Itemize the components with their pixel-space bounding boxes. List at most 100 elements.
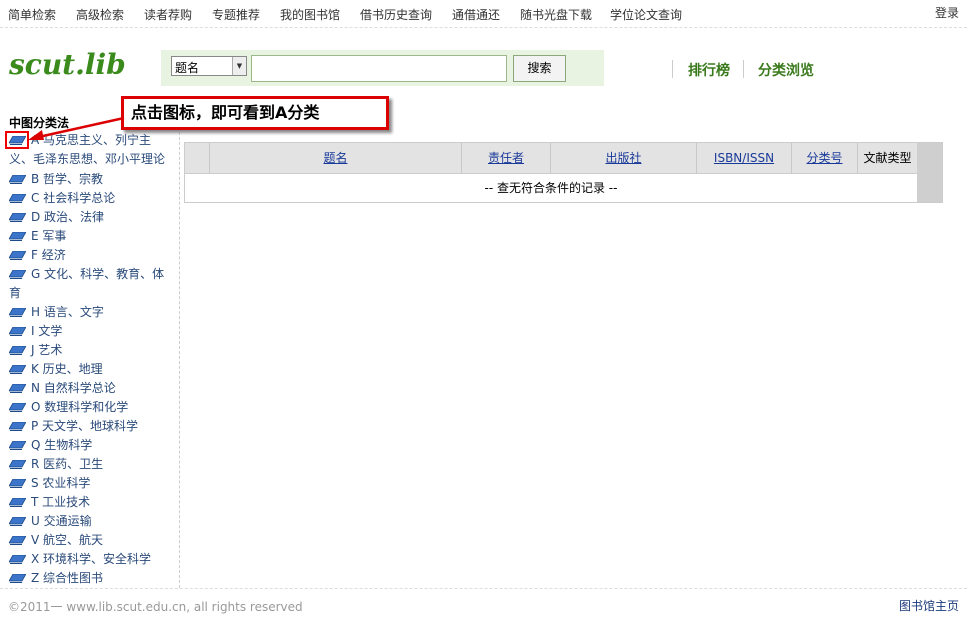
- category-item[interactable]: J 艺术: [8, 341, 175, 360]
- category-item[interactable]: R 医药、卫生: [8, 455, 175, 474]
- category-item[interactable]: Q 生物科学: [8, 436, 175, 455]
- search-bar: 题名 ▼ 搜索: [161, 50, 604, 86]
- search-field-value: 题名: [175, 61, 200, 75]
- book-icon[interactable]: [8, 494, 27, 507]
- divider: [743, 60, 744, 78]
- book-icon[interactable]: [8, 399, 27, 412]
- column-classification[interactable]: 分类号: [792, 143, 858, 173]
- book-icon[interactable]: [8, 437, 27, 450]
- category-label[interactable]: R 医药、卫生: [31, 457, 103, 471]
- nav-my-library[interactable]: 我的图书馆: [280, 6, 340, 23]
- divider: [672, 60, 673, 78]
- category-item[interactable]: B 哲学、宗教: [8, 170, 175, 189]
- category-label[interactable]: T 工业技术: [31, 495, 90, 509]
- category-label[interactable]: Z 综合性图书: [31, 571, 103, 585]
- book-icon[interactable]: [8, 323, 27, 336]
- library-home-link[interactable]: 图书馆主页: [899, 597, 959, 614]
- book-icon[interactable]: [8, 171, 27, 184]
- book-icon[interactable]: [8, 209, 27, 222]
- site-logo[interactable]: scut.lib: [9, 48, 126, 81]
- book-icon[interactable]: [8, 513, 27, 526]
- nav-cd-download[interactable]: 随书光盘下载: [520, 6, 592, 23]
- category-item[interactable]: G 文化、科学、教育、体育: [8, 265, 175, 303]
- callout-arrow: [28, 116, 125, 140]
- category-item[interactable]: U 交通运输: [8, 512, 175, 531]
- category-label[interactable]: F 经济: [31, 248, 66, 262]
- category-item[interactable]: D 政治、法律: [8, 208, 175, 227]
- category-label[interactable]: O 数理科学和化学: [31, 400, 128, 414]
- book-icon[interactable]: [8, 532, 27, 545]
- category-item[interactable]: K 历史、地理: [8, 360, 175, 379]
- book-icon[interactable]: [8, 551, 27, 564]
- column-isbn[interactable]: ISBN/ISSN: [697, 143, 792, 173]
- category-label[interactable]: C 社会科学总论: [31, 191, 115, 205]
- table-scroll-gutter: [917, 143, 942, 202]
- category-label[interactable]: Q 生物科学: [31, 438, 92, 452]
- category-item[interactable]: V 航空、航天: [8, 531, 175, 550]
- category-label[interactable]: V 航空、航天: [31, 533, 103, 547]
- search-input[interactable]: [251, 55, 507, 82]
- nav-borrow-history[interactable]: 借书历史查询: [360, 6, 432, 23]
- column-title[interactable]: 题名: [210, 143, 462, 173]
- category-label[interactable]: N 自然科学总论: [31, 381, 116, 395]
- category-label[interactable]: D 政治、法律: [31, 210, 104, 224]
- category-label[interactable]: P 天文学、地球科学: [31, 419, 138, 433]
- copyright-text: ©2011一 www.lib.scut.edu.cn, all rights r…: [8, 600, 303, 614]
- empty-message: -- 查无符合条件的记录 --: [185, 173, 917, 202]
- category-item[interactable]: T 工业技术: [8, 493, 175, 512]
- chevron-down-icon[interactable]: ▼: [232, 57, 246, 75]
- book-icon[interactable]: [8, 190, 27, 203]
- nav-reader-recommend[interactable]: 读者荐购: [144, 6, 192, 23]
- category-label[interactable]: U 交通运输: [31, 514, 92, 528]
- category-item[interactable]: O 数理科学和化学: [8, 398, 175, 417]
- category-label[interactable]: E 军事: [31, 229, 66, 243]
- browse-by-category-link[interactable]: 分类浏览: [758, 60, 814, 80]
- category-item[interactable]: N 自然科学总论: [8, 379, 175, 398]
- book-icon[interactable]: [8, 247, 27, 260]
- category-label[interactable]: I 文学: [31, 324, 62, 338]
- callout-annotation: 点击图标，即可看到A分类: [121, 96, 389, 130]
- category-item[interactable]: Z 综合性图书: [8, 569, 175, 588]
- book-icon[interactable]: [8, 266, 27, 279]
- category-item[interactable]: H 语言、文字: [8, 303, 175, 322]
- category-label[interactable]: K 历史、地理: [31, 362, 103, 376]
- nav-interlibrary[interactable]: 通借通还: [452, 6, 500, 23]
- search-field-select[interactable]: 题名 ▼: [171, 56, 247, 76]
- category-label[interactable]: S 农业科学: [31, 476, 90, 490]
- column-author[interactable]: 责任者: [462, 143, 551, 173]
- footer: ©2011一 www.lib.scut.edu.cn, all rights r…: [0, 588, 967, 617]
- category-item[interactable]: P 天文学、地球科学: [8, 417, 175, 436]
- nav-topic-recommend[interactable]: 专题推荐: [212, 6, 260, 23]
- nav-thesis-search[interactable]: 学位论文查询: [610, 6, 682, 23]
- category-item[interactable]: X 环境科学、安全科学: [8, 550, 175, 569]
- book-icon[interactable]: [8, 418, 27, 431]
- nav-advanced-search[interactable]: 高级检索: [76, 6, 124, 23]
- book-icon[interactable]: [8, 361, 27, 374]
- book-icon[interactable]: [8, 342, 27, 355]
- category-label[interactable]: G 文化、科学、教育、体育: [9, 267, 164, 300]
- top-nav: 简单检索 高级检索 读者荐购 专题推荐 我的图书馆 借书历史查询 通借通还 随书…: [0, 0, 967, 28]
- nav-simple-search[interactable]: 简单检索: [8, 6, 56, 23]
- column-publisher[interactable]: 出版社: [551, 143, 697, 173]
- book-icon[interactable]: [8, 228, 27, 241]
- login-link[interactable]: 登录: [935, 4, 959, 21]
- category-item[interactable]: F 经济: [8, 246, 175, 265]
- results-table: 题名 责任者 出版社 ISBN/ISSN 分类号 文献类型 -- 查无符合条件的…: [184, 142, 943, 203]
- category-item[interactable]: I 文学: [8, 322, 175, 341]
- category-label[interactable]: H 语言、文字: [31, 305, 104, 319]
- category-label[interactable]: B 哲学、宗教: [31, 172, 103, 186]
- ranking-link[interactable]: 排行榜: [688, 60, 730, 80]
- column-doc-type: 文献类型: [863, 151, 912, 165]
- category-label[interactable]: J 艺术: [31, 343, 62, 357]
- category-item[interactable]: E 军事: [8, 227, 175, 246]
- book-icon[interactable]: [8, 456, 27, 469]
- table-header: 题名 责任者 出版社 ISBN/ISSN 分类号 文献类型: [185, 143, 917, 173]
- category-item[interactable]: C 社会科学总论: [8, 189, 175, 208]
- book-icon[interactable]: [8, 475, 27, 488]
- search-button[interactable]: 搜索: [513, 55, 566, 82]
- category-item[interactable]: S 农业科学: [8, 474, 175, 493]
- category-label[interactable]: X 环境科学、安全科学: [31, 552, 151, 566]
- book-icon[interactable]: [8, 570, 27, 583]
- book-icon[interactable]: [8, 380, 27, 393]
- book-icon[interactable]: [8, 304, 27, 317]
